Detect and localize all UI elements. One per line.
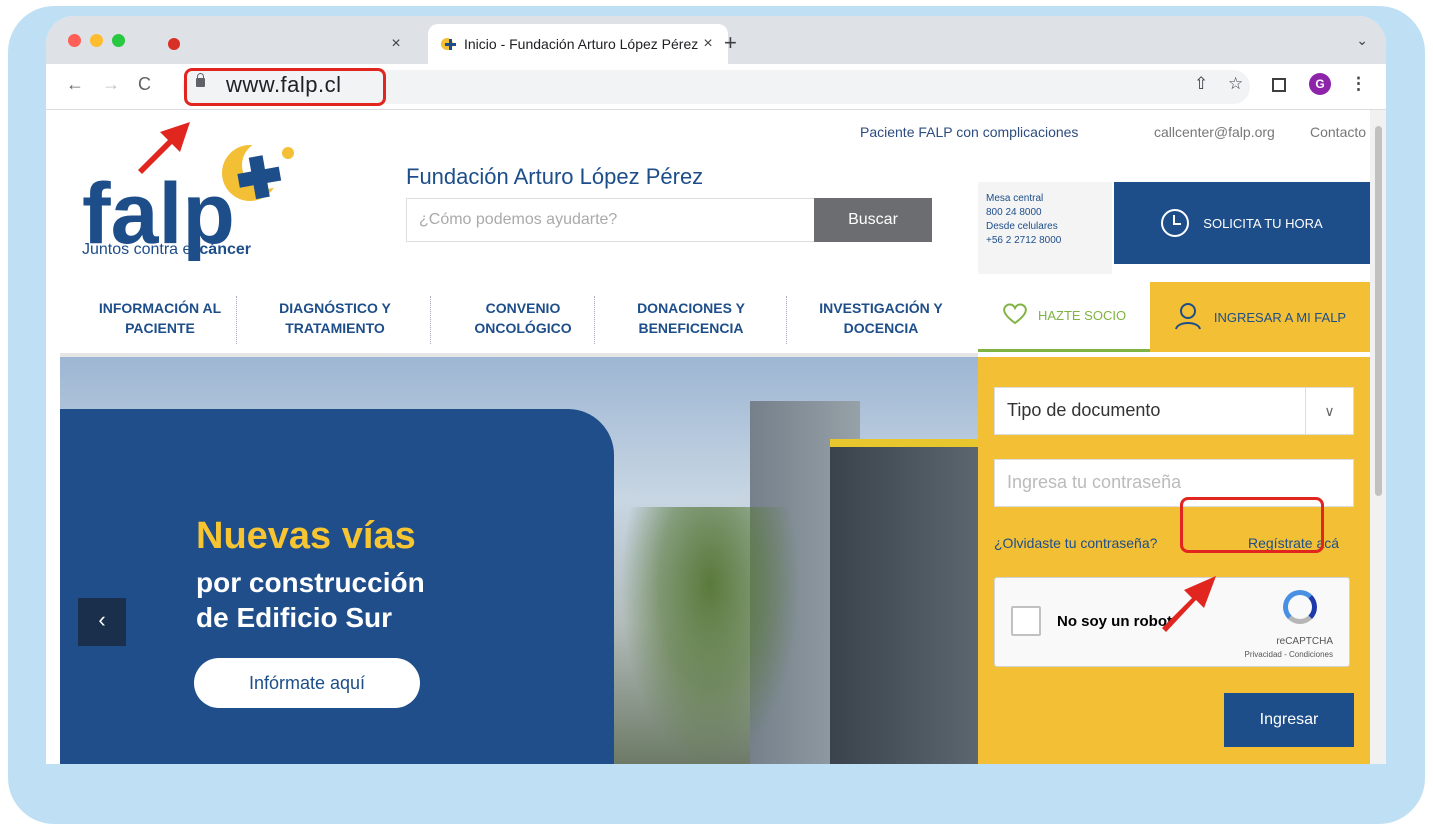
- tree-image: [620, 507, 800, 764]
- red-arrow-icon: [1162, 576, 1216, 632]
- menu-diagnostico-tratamiento[interactable]: DIAGNÓSTICO Y TRATAMIENTO: [260, 298, 410, 338]
- hazte-socio-tab[interactable]: HAZTE SOCIO: [978, 282, 1150, 352]
- celulares-label: Desde celulares: [986, 221, 1058, 232]
- link-callcenter-email[interactable]: callcenter@falp.org: [1154, 124, 1275, 140]
- captcha-checkbox[interactable]: [1011, 606, 1041, 636]
- maximize-window-button[interactable]: [112, 34, 125, 47]
- register-highlight-box: [1180, 497, 1324, 553]
- recaptcha-brand: reCAPTCHA: [1276, 636, 1333, 647]
- menu-line: DONACIONES Y: [637, 300, 745, 316]
- login-panel: Tipo de documento ∨ Ingresa tu contraseñ…: [978, 357, 1370, 764]
- tab-search-chevron-icon[interactable]: ⌄: [1356, 32, 1368, 49]
- menu-line: TRATAMIENTO: [285, 320, 385, 336]
- menu-line: CONVENIO: [485, 300, 561, 316]
- menu-donaciones-beneficencia[interactable]: DONACIONES Y BENEFICENCIA: [616, 298, 766, 338]
- select-value: Tipo de documento: [1007, 400, 1161, 420]
- carousel-prev-button[interactable]: ‹: [78, 598, 126, 646]
- menu-line: ONCOLÓGICO: [474, 320, 572, 336]
- heart-icon: [1002, 303, 1028, 328]
- tab-active[interactable]: Inicio - Fundación Arturo López Pérez ×: [428, 24, 728, 64]
- hero-subtitle-line1: por construcción: [196, 567, 425, 598]
- side-panel-icon[interactable]: [1272, 78, 1286, 92]
- document-type-select[interactable]: Tipo de documento ∨: [994, 387, 1354, 435]
- forgot-password-link[interactable]: ¿Olvidaste tu contraseña?: [994, 535, 1157, 551]
- scrollbar-thumb[interactable]: [1375, 126, 1382, 496]
- browser-window: × Inicio - Fundación Arturo López Pérez …: [46, 16, 1386, 764]
- solicita-label: SOLICITA TU HORA: [1203, 215, 1323, 231]
- minimize-window-button[interactable]: [90, 34, 103, 47]
- ingresar-tab-label: INGRESAR A MI FALP: [1213, 309, 1347, 325]
- organization-name: Fundación Arturo López Pérez: [406, 164, 704, 189]
- tab-close-icon[interactable]: ×: [388, 35, 404, 53]
- hero-banner: Nuevas vías por construcción de Edificio…: [60, 357, 978, 764]
- url-highlight-box: [184, 68, 386, 106]
- menu-line: DOCENCIA: [843, 320, 919, 336]
- menu-informacion-paciente[interactable]: INFORMACIÓN AL PACIENTE: [80, 298, 240, 338]
- tab-close-icon[interactable]: ×: [700, 35, 716, 53]
- close-window-button[interactable]: [68, 34, 81, 47]
- tab-inactive[interactable]: ×: [154, 24, 416, 64]
- tagline-bold: cáncer: [199, 241, 251, 258]
- tagline-text: Juntos contra el: [82, 241, 195, 258]
- falp-favicon-icon: [440, 36, 456, 52]
- menu-line: BENEFICENCIA: [638, 320, 744, 336]
- menu-line: INFORMACIÓN AL: [98, 300, 222, 316]
- menu-convenio-oncologico[interactable]: CONVENIO ONCOLÓGICO: [448, 298, 598, 338]
- menu-line: INVESTIGACIÓN Y: [819, 300, 943, 316]
- tab-title: Inicio - Fundación Arturo López Pérez: [464, 36, 699, 52]
- new-tab-icon[interactable]: +: [724, 30, 737, 56]
- menu-line: DIAGNÓSTICO Y: [279, 300, 391, 316]
- recaptcha-logo-icon: [1283, 590, 1317, 624]
- chevron-down-icon: ∨: [1305, 388, 1353, 434]
- back-arrow-icon[interactable]: ←: [66, 74, 84, 95]
- logo-tagline: Juntos contra el cáncer: [82, 241, 251, 259]
- mesa-central-label: Mesa central: [986, 193, 1044, 204]
- socio-label: HAZTE SOCIO: [1037, 308, 1127, 323]
- share-icon[interactable]: ⇧: [1194, 74, 1208, 94]
- user-icon: [1174, 302, 1202, 333]
- menu-kebab-icon[interactable]: ⋮: [1350, 74, 1367, 94]
- hero-subtitle-line2: de Edificio Sur: [196, 602, 393, 633]
- tab-bar: × Inicio - Fundación Arturo López Pérez …: [46, 16, 1386, 64]
- menu-investigacion-docencia[interactable]: INVESTIGACIÓN Y DOCENCIA: [806, 298, 956, 338]
- menu-separator: [786, 296, 787, 344]
- forward-arrow-icon[interactable]: →: [102, 74, 120, 95]
- link-paciente-complicaciones[interactable]: Paciente FALP con complicaciones: [860, 124, 1078, 140]
- clock-icon: [1161, 209, 1190, 237]
- search-input[interactable]: ¿Cómo podemos ayudarte?: [406, 198, 814, 242]
- mesa-central-phone: 800 24 8000: [986, 207, 1042, 218]
- ingresar-mi-falp-tab[interactable]: INGRESAR A MI FALP: [1150, 282, 1370, 352]
- informate-button[interactable]: Infórmate aquí: [194, 658, 420, 708]
- search-button[interactable]: Buscar: [814, 198, 932, 242]
- phone-info: Mesa central 800 24 8000 Desde celulares…: [978, 182, 1112, 274]
- tab-favicon-icon: [166, 36, 182, 52]
- recaptcha-links[interactable]: Privacidad - Condiciones: [1245, 650, 1334, 659]
- link-contacto[interactable]: Contacto: [1310, 124, 1366, 140]
- red-arrow-icon: [138, 122, 190, 174]
- ingresar-button[interactable]: Ingresar: [1224, 693, 1354, 747]
- building-image: [830, 439, 978, 764]
- bookmark-star-icon[interactable]: ☆: [1228, 74, 1243, 94]
- solicita-hora-button[interactable]: SOLICITA TU HORA: [1114, 182, 1370, 264]
- webpage: Paciente FALP con complicaciones callcen…: [60, 110, 1370, 764]
- celulares-phone: +56 2 2712 8000: [986, 235, 1062, 246]
- reload-icon[interactable]: C: [138, 74, 151, 95]
- menu-line: PACIENTE: [125, 320, 195, 336]
- menu-separator: [236, 296, 237, 344]
- profile-avatar[interactable]: G: [1309, 73, 1331, 95]
- menu-separator: [430, 296, 431, 344]
- menu-separator: [594, 296, 595, 344]
- hero-title: Nuevas vías: [196, 515, 416, 557]
